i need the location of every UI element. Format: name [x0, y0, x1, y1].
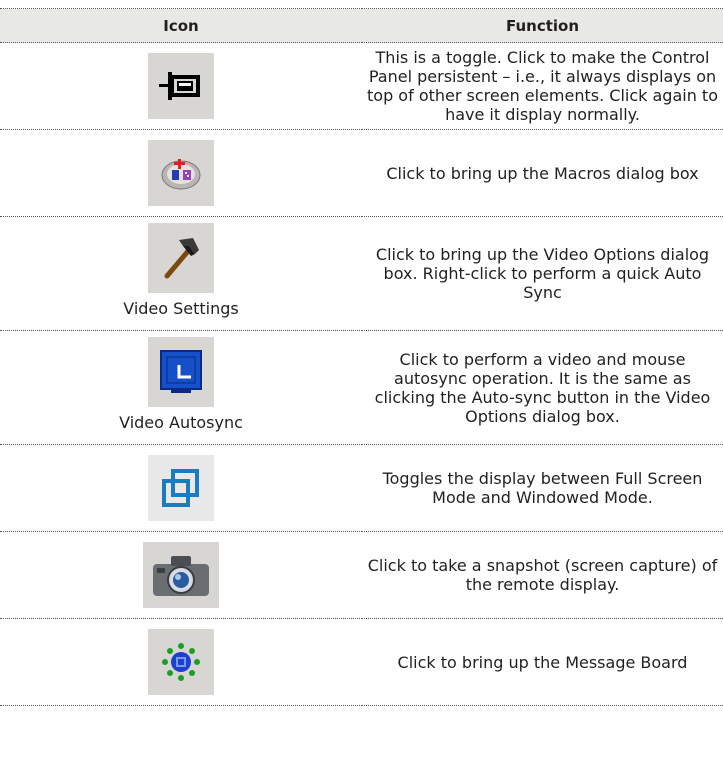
header-icon: Icon	[0, 8, 362, 43]
icon-cell	[0, 531, 362, 619]
table-row: Video Autosync Click to perform a video …	[0, 330, 723, 445]
function-text: Toggles the display between Full Screen …	[362, 444, 723, 532]
icon-caption: Video Settings	[123, 299, 239, 318]
function-text: Click to perform a video and mouse autos…	[362, 330, 723, 445]
function-text: Click to bring up the Video Options dial…	[362, 216, 723, 331]
table-row: Video Settings Click to bring up the Vid…	[0, 216, 723, 331]
function-text: Click to bring up the Macros dialog box	[362, 129, 723, 217]
table-row: Toggles the display between Full Screen …	[0, 444, 723, 532]
table-row: Click to take a snapshot (screen capture…	[0, 531, 723, 619]
icon-cell	[0, 444, 362, 532]
function-text: Click to take a snapshot (screen capture…	[362, 531, 723, 619]
function-text: Click to bring up the Message Board	[362, 618, 723, 706]
message-board-icon[interactable]	[148, 629, 214, 695]
table-row: Click to bring up the Macros dialog box	[0, 129, 723, 217]
icon-cell: Video Autosync	[0, 330, 362, 445]
autosync-icon[interactable]	[148, 337, 214, 407]
table-header-row: Icon Function	[0, 8, 723, 43]
pin-icon[interactable]	[148, 53, 214, 119]
window-toggle-icon[interactable]	[148, 455, 214, 521]
table-row: This is a toggle. Click to make the Cont…	[0, 42, 723, 130]
icon-function-table: Icon Function This is a toggle. Click to…	[0, 8, 723, 706]
function-text: This is a toggle. Click to make the Cont…	[362, 42, 723, 130]
hammer-icon[interactable]	[148, 223, 214, 293]
icon-cell	[0, 618, 362, 706]
icon-cell: Video Settings	[0, 216, 362, 331]
icon-cell	[0, 129, 362, 217]
icon-caption: Video Autosync	[119, 413, 243, 432]
icon-cell	[0, 42, 362, 130]
camera-icon[interactable]	[143, 542, 219, 608]
table-row: Click to bring up the Message Board	[0, 618, 723, 706]
macros-icon[interactable]	[148, 140, 214, 206]
header-function: Function	[362, 8, 723, 43]
